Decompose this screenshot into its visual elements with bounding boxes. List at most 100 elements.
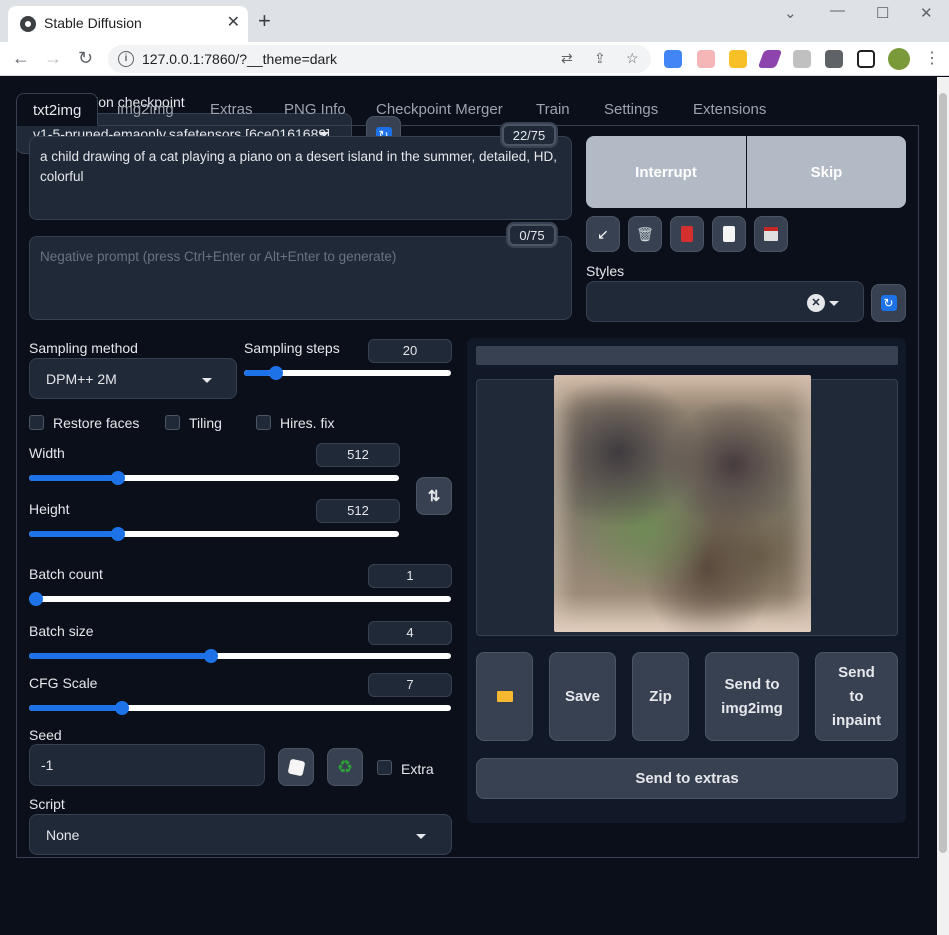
page-scrollbar[interactable] (937, 77, 949, 935)
batch-size-slider[interactable] (29, 649, 451, 663)
translate-icon[interactable]: ⇄ (561, 50, 573, 67)
hires-fix-checkbox[interactable] (256, 415, 271, 430)
progress-bar (476, 346, 898, 365)
negative-prompt-textarea[interactable]: Negative prompt (press Ctrl+Enter or Alt… (29, 236, 572, 320)
clear-icon[interactable]: ✕ (807, 294, 825, 312)
seed-value: -1 (41, 757, 54, 773)
batch-size-label: Batch size (29, 623, 94, 639)
cfg-scale-slider[interactable] (29, 701, 451, 715)
main-tabs: txt2img img2img Extras PNG Info Checkpoi… (16, 93, 919, 126)
tiling-checkbox[interactable] (165, 415, 180, 430)
styles-dropdown[interactable]: ✕ (586, 281, 864, 322)
height-input[interactable]: 512 (316, 499, 400, 523)
extension-icon[interactable] (697, 50, 715, 68)
back-icon[interactable]: ← (12, 48, 30, 69)
slider-handle[interactable] (269, 366, 284, 380)
refresh-styles-button[interactable]: ↻ (871, 284, 906, 322)
reload-icon[interactable]: ↻ (78, 48, 93, 69)
tab-png-info[interactable]: PNG Info (268, 93, 362, 126)
open-folder-button[interactable] (476, 652, 533, 741)
close-tab-icon[interactable]: ✕ (227, 12, 240, 32)
width-input[interactable]: 512 (316, 443, 400, 467)
send-to-inpaint-button[interactable]: Send to inpaint (815, 652, 898, 741)
sampling-method-label: Sampling method (29, 340, 138, 356)
dice-icon (287, 758, 305, 776)
batch-count-slider[interactable] (29, 592, 451, 606)
width-slider[interactable] (29, 471, 399, 485)
tab-title: Stable Diffusion (44, 15, 142, 31)
script-dropdown[interactable]: None (29, 814, 452, 855)
read-params-button[interactable]: ↙ (586, 216, 620, 252)
slider-handle[interactable] (110, 527, 125, 541)
chevron-down-icon (202, 378, 212, 383)
browser-tab[interactable]: Stable Diffusion ✕ (8, 6, 248, 42)
extra-seed-label: Extra (401, 761, 434, 777)
tab-checkpoint-merger[interactable]: Checkpoint Merger (360, 93, 519, 126)
apply-style-button[interactable] (712, 216, 746, 252)
generated-image[interactable] (554, 375, 811, 632)
new-tab-icon[interactable]: + (258, 8, 271, 34)
share-icon[interactable]: ⇪ (594, 50, 606, 67)
tab-settings[interactable]: Settings (588, 93, 674, 126)
reuse-seed-button[interactable]: ♻ (327, 748, 363, 786)
extension-yellow-icon[interactable] (729, 50, 747, 68)
side-panel-icon[interactable] (857, 50, 875, 68)
send-to-extras-button[interactable]: Send to extras (476, 758, 898, 799)
close-window-icon[interactable]: ✕ (920, 4, 933, 22)
seed-input[interactable]: -1 (29, 744, 265, 786)
tab-extensions[interactable]: Extensions (677, 93, 782, 126)
save-style-button[interactable] (754, 216, 788, 252)
batch-size-input[interactable]: 4 (368, 621, 452, 645)
tab-extras[interactable]: Extras (194, 93, 269, 126)
puzzle-extensions-icon[interactable] (825, 50, 843, 68)
forward-icon[interactable]: → (44, 48, 62, 69)
scrollbar-thumb[interactable] (939, 93, 947, 853)
hires-fix-label: Hires. fix (280, 415, 335, 431)
tab-train[interactable]: Train (520, 93, 586, 126)
sampling-steps-label: Sampling steps (244, 340, 340, 356)
height-slider[interactable] (29, 527, 399, 541)
save-button[interactable]: Save (549, 652, 616, 741)
sampling-method-dropdown[interactable]: DPM++ 2M (29, 358, 237, 399)
slider-fill (29, 705, 118, 711)
swap-dimensions-button[interactable]: ⇅ (416, 477, 452, 515)
interrupt-button[interactable]: Interrupt (586, 136, 746, 208)
extra-seed-checkbox[interactable] (377, 760, 392, 775)
slider-handle[interactable] (114, 701, 129, 715)
tab-img2img[interactable]: img2img (101, 93, 190, 126)
chevron-down-icon (829, 301, 839, 306)
minimize-icon[interactable]: — (830, 2, 845, 19)
bookmark-star-icon[interactable]: ☆ (626, 50, 639, 67)
script-label: Script (29, 796, 65, 812)
tab-txt2img[interactable]: txt2img (16, 93, 99, 126)
swap-arrows-icon: ⇅ (427, 488, 441, 505)
extra-networks-button[interactable] (670, 216, 704, 252)
sampling-steps-slider[interactable] (244, 366, 451, 380)
random-seed-button[interactable] (278, 748, 314, 786)
restore-faces-checkbox[interactable] (29, 415, 44, 430)
slider-fill (244, 370, 271, 376)
batch-count-input[interactable]: 1 (368, 564, 452, 588)
extension-pen-icon[interactable] (757, 50, 783, 68)
site-info-icon[interactable]: i (118, 51, 134, 67)
zip-button[interactable]: Zip (632, 652, 689, 741)
red-card-icon (681, 226, 693, 242)
chevron-down-icon[interactable]: ⌄ (784, 4, 797, 22)
maximize-icon[interactable]: ☐ (876, 4, 889, 22)
slider-handle[interactable] (29, 592, 43, 606)
cfg-scale-input[interactable]: 7 (368, 673, 452, 697)
prompt-textarea[interactable]: a child drawing of a cat playing a piano… (29, 136, 572, 220)
width-label: Width (29, 445, 65, 461)
address-bar[interactable]: i 127.0.0.1:7860/?__theme=dark ⇄ ⇪ ☆ (108, 45, 651, 73)
profile-avatar[interactable] (888, 48, 910, 70)
clear-prompt-button[interactable]: 🗑 (628, 216, 662, 252)
browser-menu-icon[interactable]: ⋮ (924, 48, 940, 68)
google-translate-extension-icon[interactable] (664, 50, 682, 68)
skip-button[interactable]: Skip (747, 136, 906, 208)
send-to-img2img-button[interactable]: Send to img2img (705, 652, 799, 741)
favicon-icon (20, 16, 36, 32)
sampling-steps-input[interactable]: 20 (368, 339, 452, 363)
height-label: Height (29, 501, 70, 517)
extension-gray-icon[interactable] (793, 50, 811, 68)
slider-handle[interactable] (110, 471, 125, 485)
